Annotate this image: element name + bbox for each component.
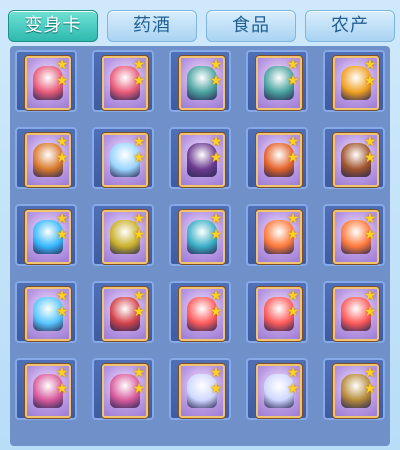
- star-icon: ★: [132, 73, 146, 89]
- inventory-slot[interactable]: ★ ★: [323, 281, 385, 343]
- inventory-slot[interactable]: ★ ★: [246, 50, 308, 112]
- star-icon: ★: [132, 288, 146, 304]
- star-icon: ★: [363, 381, 377, 397]
- inventory-slot[interactable]: ★ ★: [323, 50, 385, 112]
- inventory-slot[interactable]: ★ ★: [323, 358, 385, 420]
- star-icon: ★: [286, 365, 300, 381]
- star-icon: ★: [209, 304, 223, 320]
- inventory-slot[interactable]: ★ ★: [323, 127, 385, 189]
- inventory-slot[interactable]: ★ ★: [15, 358, 77, 420]
- star-icon: ★: [363, 227, 377, 243]
- inventory-slot[interactable]: ★ ★: [169, 50, 231, 112]
- star-icon: ★: [286, 304, 300, 320]
- star-icon: ★: [55, 288, 69, 304]
- star-icon: ★: [55, 57, 69, 73]
- star-icon: ★: [209, 288, 223, 304]
- inventory-slot[interactable]: ★ ★: [246, 281, 308, 343]
- star-icon: ★: [55, 211, 69, 227]
- star-icon: ★: [286, 57, 300, 73]
- inventory-grid: ★ ★ ★ ★ ★ ★ ★ ★ ★ ★ ★ ★ ★ ★ ★ ★ ★ ★ ★ ★ ★ ★ ★ ★ ★ ★ ★ ★ ★ ★ ★ ★ ★ ★ ★ ★ ★ ★ ★ ★…: [10, 46, 390, 446]
- inventory-slot[interactable]: ★ ★: [15, 50, 77, 112]
- star-icon: ★: [55, 73, 69, 89]
- star-icon: ★: [55, 150, 69, 166]
- star-icon: ★: [209, 211, 223, 227]
- tab-farm-produce[interactable]: 农产: [305, 10, 395, 42]
- star-icon: ★: [55, 304, 69, 320]
- star-icon: ★: [286, 134, 300, 150]
- tab-potion[interactable]: 药酒: [107, 10, 197, 42]
- inventory-slot[interactable]: ★ ★: [169, 281, 231, 343]
- star-icon: ★: [209, 134, 223, 150]
- star-icon: ★: [55, 227, 69, 243]
- star-icon: ★: [132, 227, 146, 243]
- inventory-slot[interactable]: ★ ★: [246, 204, 308, 266]
- inventory-slot[interactable]: ★ ★: [92, 127, 154, 189]
- star-icon: ★: [286, 150, 300, 166]
- star-icon: ★: [363, 211, 377, 227]
- star-icon: ★: [363, 150, 377, 166]
- inventory-slot[interactable]: ★ ★: [246, 358, 308, 420]
- inventory-slot[interactable]: ★ ★: [323, 204, 385, 266]
- tab-transform-card[interactable]: 变身卡: [8, 10, 98, 42]
- star-icon: ★: [132, 365, 146, 381]
- inventory-slot[interactable]: ★ ★: [246, 127, 308, 189]
- star-icon: ★: [286, 288, 300, 304]
- inventory-slot[interactable]: ★ ★: [92, 358, 154, 420]
- star-icon: ★: [55, 381, 69, 397]
- star-icon: ★: [209, 150, 223, 166]
- star-icon: ★: [286, 211, 300, 227]
- inventory-slot[interactable]: ★ ★: [92, 204, 154, 266]
- inventory-slot[interactable]: ★ ★: [15, 281, 77, 343]
- star-icon: ★: [209, 381, 223, 397]
- star-icon: ★: [363, 57, 377, 73]
- star-icon: ★: [55, 134, 69, 150]
- star-icon: ★: [132, 150, 146, 166]
- star-icon: ★: [209, 57, 223, 73]
- category-tabs: 变身卡 药酒 食品 农产: [8, 8, 395, 42]
- inventory-slot[interactable]: ★ ★: [169, 204, 231, 266]
- inventory-slot[interactable]: ★ ★: [92, 281, 154, 343]
- star-icon: ★: [132, 304, 146, 320]
- star-icon: ★: [286, 73, 300, 89]
- star-icon: ★: [132, 134, 146, 150]
- star-icon: ★: [363, 365, 377, 381]
- star-icon: ★: [363, 288, 377, 304]
- star-icon: ★: [363, 73, 377, 89]
- star-icon: ★: [132, 211, 146, 227]
- inventory-slot[interactable]: ★ ★: [15, 204, 77, 266]
- star-icon: ★: [132, 381, 146, 397]
- star-icon: ★: [363, 134, 377, 150]
- star-icon: ★: [209, 73, 223, 89]
- inventory-slot[interactable]: ★ ★: [169, 358, 231, 420]
- inventory-slot[interactable]: ★ ★: [15, 127, 77, 189]
- star-icon: ★: [286, 227, 300, 243]
- inventory-slot[interactable]: ★ ★: [92, 50, 154, 112]
- star-icon: ★: [55, 365, 69, 381]
- star-icon: ★: [363, 304, 377, 320]
- tab-food[interactable]: 食品: [206, 10, 296, 42]
- star-icon: ★: [132, 57, 146, 73]
- inventory-slot[interactable]: ★ ★: [169, 127, 231, 189]
- star-icon: ★: [209, 365, 223, 381]
- star-icon: ★: [286, 381, 300, 397]
- star-icon: ★: [209, 227, 223, 243]
